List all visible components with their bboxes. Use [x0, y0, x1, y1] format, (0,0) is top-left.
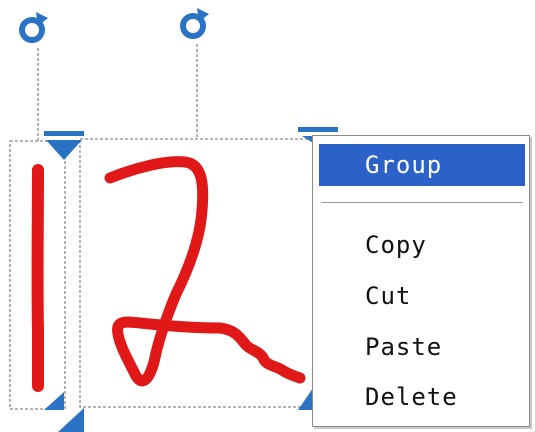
resize-handle-corner-1-icon[interactable] — [44, 392, 64, 410]
context-menu: Group Copy Cut Paste Delete — [312, 135, 530, 427]
menu-item-group[interactable]: Group — [319, 144, 525, 186]
rotate-handle-2-icon[interactable] — [180, 8, 209, 39]
menu-item-cut[interactable]: Cut — [319, 275, 525, 317]
rotate-handle-1-icon[interactable] — [19, 12, 48, 43]
resize-handle-top-1-icon[interactable] — [44, 131, 84, 160]
ink-stroke-digit-2[interactable] — [104, 156, 306, 387]
resize-handle-corner-3-icon[interactable] — [298, 388, 313, 410]
resize-handle-corner-2-icon[interactable] — [58, 408, 84, 432]
menu-item-copy[interactable]: Copy — [319, 224, 525, 266]
menu-item-delete[interactable]: Delete — [319, 376, 525, 418]
menu-separator — [321, 202, 523, 204]
menu-item-paste[interactable]: Paste — [319, 326, 525, 368]
